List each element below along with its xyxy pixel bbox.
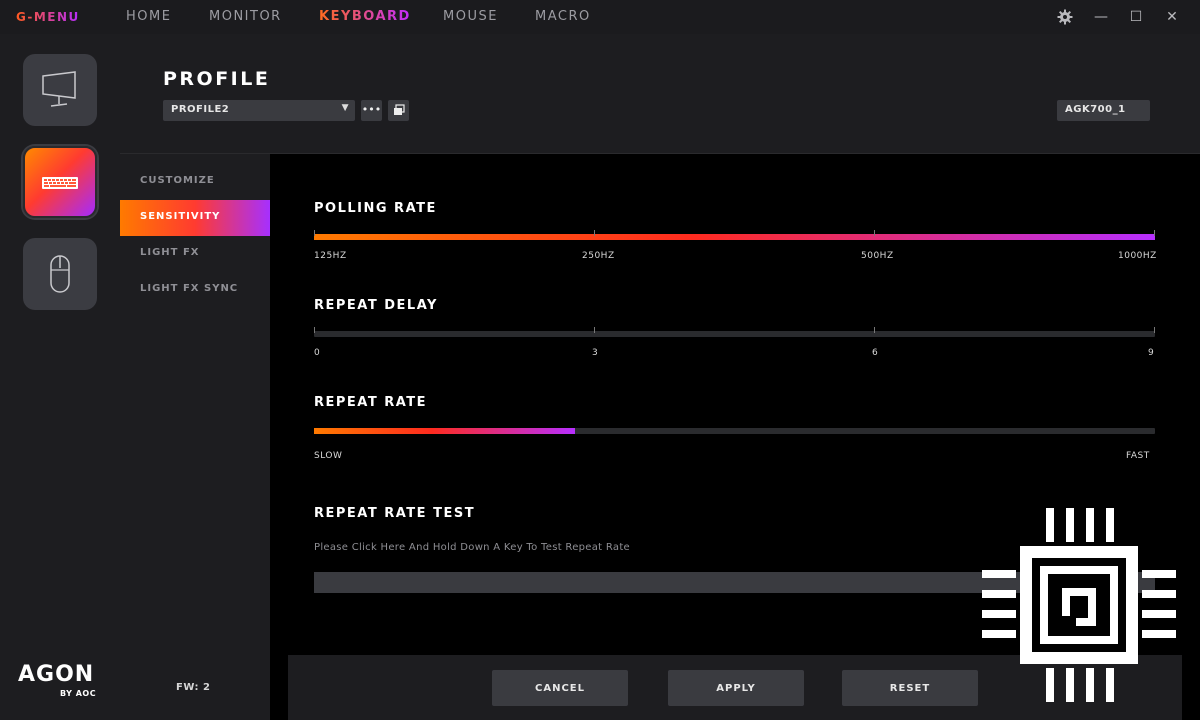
repeat-delay-title: REPEAT DELAY [314, 298, 438, 313]
nav-home[interactable]: HOME [126, 9, 171, 24]
profile-header: PROFILE PROFILE2 ▼ ••• AGK700_1 [120, 34, 1200, 154]
polling-rate-tick [314, 230, 315, 236]
repeat-delay-label: 6 [872, 348, 879, 358]
settings-gear-icon[interactable] [1056, 8, 1074, 26]
subnav-customize[interactable]: CUSTOMIZE [120, 164, 270, 200]
repeat-rate-slider[interactable] [314, 428, 1155, 434]
repeat-delay-tick [314, 327, 315, 333]
profile-selected-value: PROFILE2 [171, 104, 230, 115]
keyboard-subnav: CUSTOMIZE SENSITIVITY LIGHT FX LIGHT FX … [120, 154, 270, 720]
maximize-icon[interactable]: ☐ [1127, 8, 1145, 26]
polling-rate-title: POLLING RATE [314, 201, 437, 216]
subnav-light-fx[interactable]: LIGHT FX [120, 236, 270, 272]
monitor-icon [42, 71, 76, 107]
repeat-rate-min-label: SLOW [314, 451, 343, 461]
profile-copy-button[interactable] [388, 100, 409, 121]
device-mouse-button[interactable] [23, 238, 97, 310]
keyboard-icon [42, 177, 78, 189]
nav-monitor[interactable]: MONITOR [209, 9, 282, 24]
minimize-icon[interactable]: — [1092, 8, 1110, 26]
nav-keyboard[interactable]: KEYBOARD [319, 9, 411, 24]
profile-title: PROFILE [163, 68, 271, 90]
repeat-delay-tick [874, 327, 875, 333]
cancel-button[interactable]: CANCEL [492, 670, 628, 706]
close-icon[interactable]: ✕ [1163, 8, 1181, 26]
apply-button[interactable]: APPLY [668, 670, 804, 706]
device-monitor-button[interactable] [23, 54, 97, 126]
repeat-delay-label: 9 [1148, 348, 1155, 358]
repeat-rate-test-title: REPEAT RATE TEST [314, 506, 476, 521]
firmware-version: FW: 2 [176, 682, 211, 693]
repeat-delay-label: 3 [592, 348, 599, 358]
title-bar: G-MENU HOME MONITOR KEYBOARD MOUSE MACRO… [0, 0, 1200, 34]
repeat-delay-slider[interactable] [314, 327, 1155, 337]
repeat-delay-tick [594, 327, 595, 333]
device-rail: AGON BY AOC [0, 34, 120, 720]
polling-rate-label: 250HZ [582, 251, 615, 261]
polling-rate-label: 1000HZ [1118, 251, 1157, 261]
profile-more-button[interactable]: ••• [361, 100, 382, 121]
subnav-sensitivity[interactable]: SENSITIVITY [120, 200, 270, 236]
repeat-delay-tick [1154, 327, 1155, 333]
polling-rate-label: 500HZ [861, 251, 894, 261]
mouse-icon [50, 255, 70, 293]
aoc-logo: BY AOC [60, 689, 97, 698]
polling-rate-fill [314, 234, 1155, 240]
chip-watermark-icon [982, 508, 1176, 702]
repeat-rate-max-label: FAST [1126, 451, 1150, 461]
app-brand: G-MENU [16, 10, 80, 24]
agon-logo: AGON [18, 662, 95, 687]
polling-rate-slider[interactable] [314, 230, 1155, 240]
device-name-tag[interactable]: AGK700_1 [1057, 100, 1150, 121]
device-keyboard-button[interactable] [23, 146, 97, 218]
repeat-rate-fill [314, 428, 575, 434]
reset-button[interactable]: RESET [842, 670, 978, 706]
polling-rate-tick [594, 230, 595, 236]
polling-rate-label: 125HZ [314, 251, 347, 261]
repeat-rate-title: REPEAT RATE [314, 395, 428, 410]
nav-mouse[interactable]: MOUSE [443, 9, 498, 24]
chevron-down-icon: ▼ [341, 103, 349, 113]
repeat-rate-test-hint: Please Click Here And Hold Down A Key To… [314, 542, 631, 553]
polling-rate-tick [1154, 230, 1155, 236]
polling-rate-tick [874, 230, 875, 236]
repeat-delay-label: 0 [314, 348, 321, 358]
nav-macro[interactable]: MACRO [535, 9, 591, 24]
copy-icon [393, 104, 405, 115]
subnav-light-fx-sync[interactable]: LIGHT FX SYNC [120, 272, 270, 308]
profile-dropdown[interactable]: PROFILE2 ▼ [163, 100, 355, 121]
